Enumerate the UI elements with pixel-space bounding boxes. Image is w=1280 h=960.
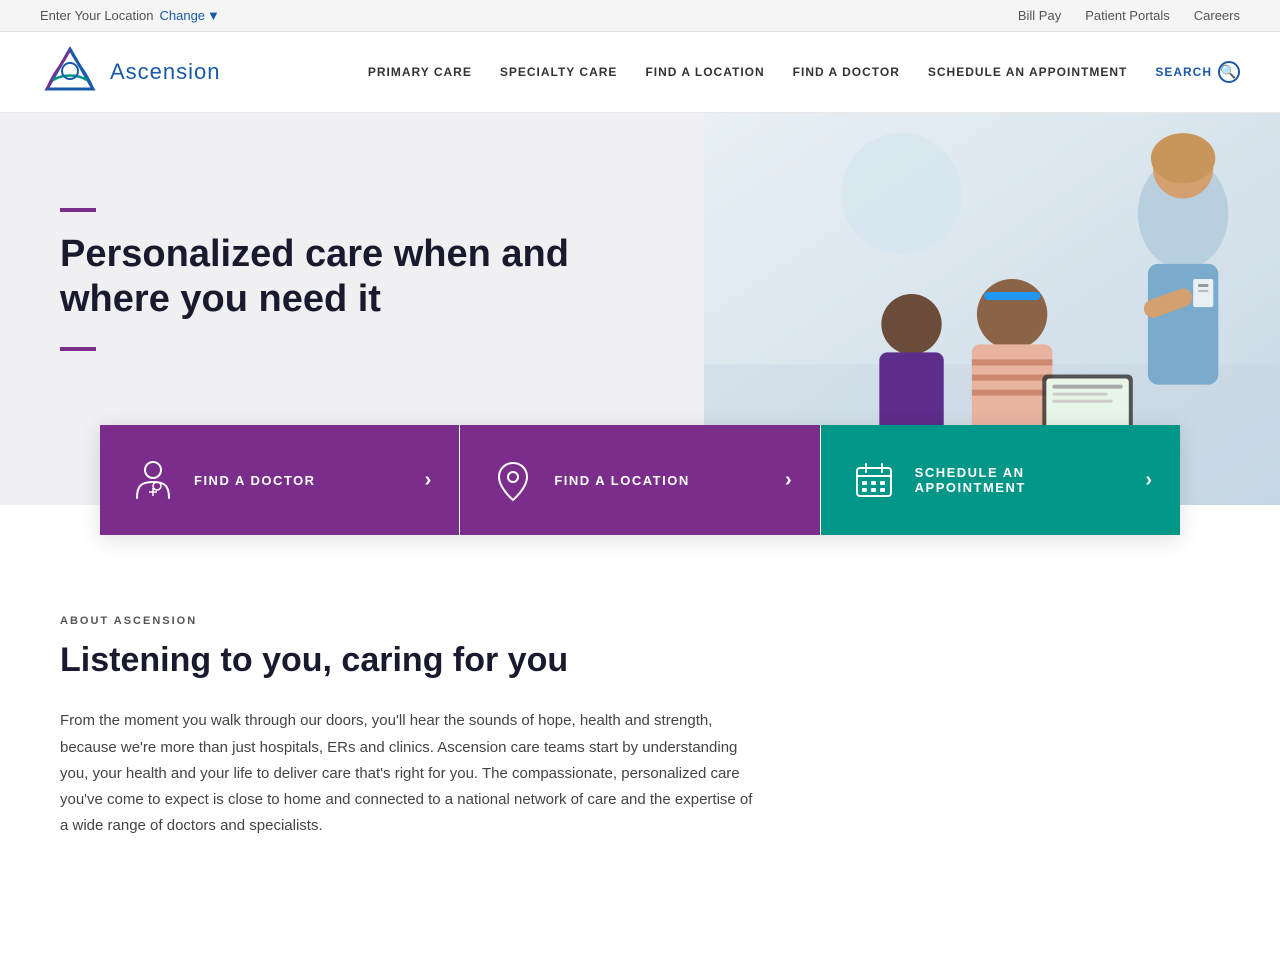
top-bar: Enter Your Location Change ▼ Bill Pay Pa… <box>0 0 1280 32</box>
schedule-arrow: › <box>1145 469 1152 492</box>
find-doctor-card[interactable]: FIND A DOCTOR › <box>100 425 459 535</box>
schedule-appointment-card[interactable]: SCHEDULE AN APPOINTMENT › <box>821 425 1180 535</box>
find-location-label: FIND A LOCATION <box>554 473 769 488</box>
top-nav-links: Bill Pay Patient Portals Careers <box>1018 8 1240 23</box>
main-nav: PRIMARY CARE SPECIALTY CARE FIND A LOCAT… <box>368 61 1240 83</box>
location-bar: Enter Your Location Change ▼ <box>40 8 220 23</box>
chevron-down-icon: ▼ <box>207 8 220 23</box>
hero-accent-top <box>60 208 96 212</box>
find-location-arrow: › <box>785 469 792 492</box>
nav-find-location[interactable]: FIND A LOCATION <box>645 65 764 79</box>
find-doctor-arrow: › <box>425 469 432 492</box>
search-icon: 🔍 <box>1218 61 1240 83</box>
location-label: Enter Your Location <box>40 8 153 23</box>
logo-area[interactable]: Ascension <box>40 42 221 102</box>
bill-pay-link[interactable]: Bill Pay <box>1018 8 1061 23</box>
about-section: ABOUT ASCENSION Listening to you, caring… <box>0 535 820 899</box>
search-label: SEARCH <box>1155 65 1212 79</box>
nav-find-doctor[interactable]: FIND A DOCTOR <box>793 65 900 79</box>
schedule-label: SCHEDULE AN APPOINTMENT <box>915 465 1130 495</box>
find-doctor-label: FIND A DOCTOR <box>194 473 409 488</box>
ascension-logo-icon <box>40 42 100 102</box>
action-cards: FIND A DOCTOR › FIND A LOCATION › <box>100 425 1180 535</box>
main-header: Ascension PRIMARY CARE SPECIALTY CARE FI… <box>0 32 1280 113</box>
nav-schedule-appointment[interactable]: SCHEDULE AN APPOINTMENT <box>928 65 1127 79</box>
doctor-icon <box>128 455 178 505</box>
calendar-icon <box>849 455 899 505</box>
nav-primary-care[interactable]: PRIMARY CARE <box>368 65 472 79</box>
about-body-text: From the moment you walk through our doo… <box>60 708 760 839</box>
find-location-card[interactable]: FIND A LOCATION › <box>460 425 819 535</box>
about-title: Listening to you, caring for you <box>60 641 760 680</box>
patient-portals-link[interactable]: Patient Portals <box>1085 8 1170 23</box>
logo-text: Ascension <box>110 59 221 85</box>
hero-title: Personalized care when and where you nee… <box>60 232 644 323</box>
action-cards-wrapper: FIND A DOCTOR › FIND A LOCATION › <box>0 425 1280 535</box>
hero-accent-bottom <box>60 347 96 351</box>
search-button[interactable]: SEARCH 🔍 <box>1155 61 1240 83</box>
change-location-link[interactable]: Change ▼ <box>159 8 219 23</box>
about-section-label: ABOUT ASCENSION <box>60 615 760 627</box>
nav-specialty-care[interactable]: SPECIALTY CARE <box>500 65 618 79</box>
location-icon <box>488 455 538 505</box>
careers-link[interactable]: Careers <box>1194 8 1240 23</box>
